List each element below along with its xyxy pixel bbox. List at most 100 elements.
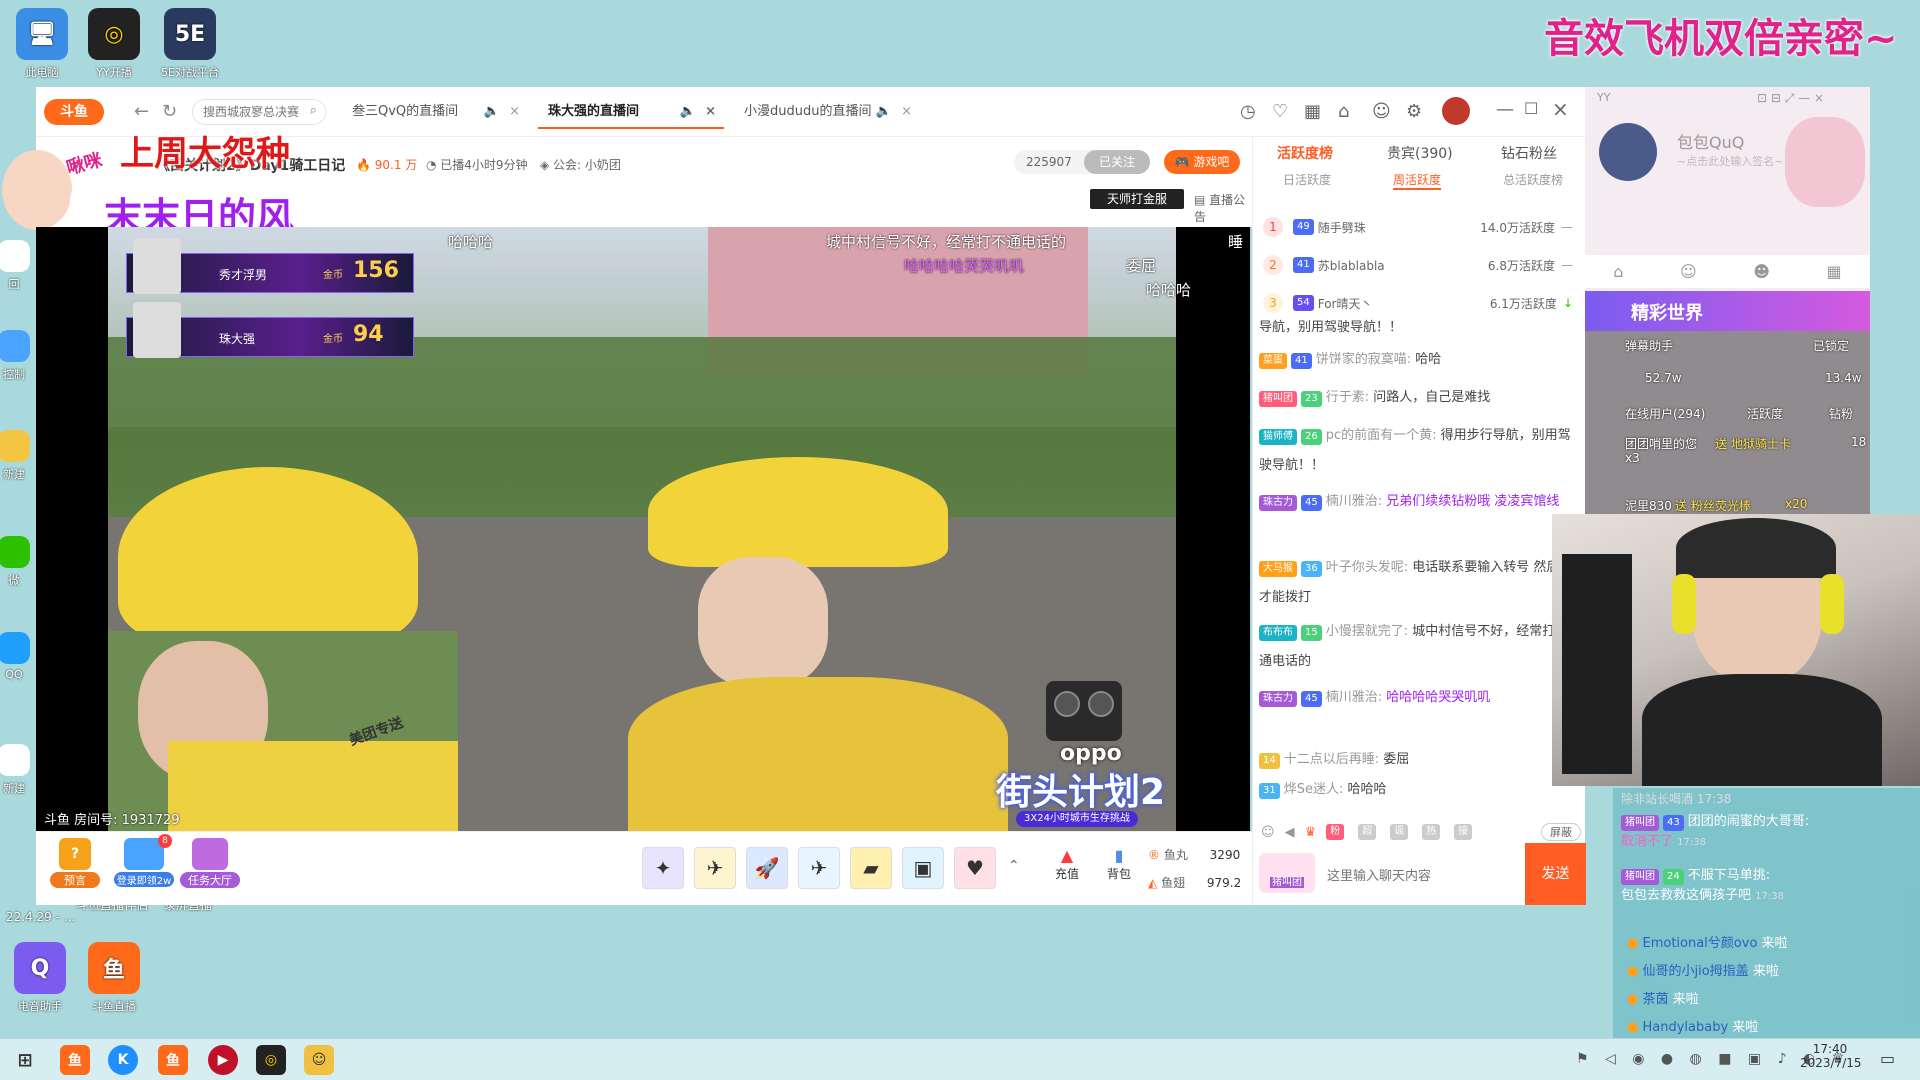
yy-avatar[interactable] xyxy=(1599,123,1657,181)
home-icon[interactable]: ⌂ xyxy=(1613,262,1623,281)
message-icon[interactable]: ☺ xyxy=(1372,101,1391,122)
send-button[interactable]: 发送 xyxy=(1525,843,1586,905)
video-player[interactable]: 美团专送 秀才浮男 金币 156 珠大强 金币 94 哈哈哈 城中村信号不好，经… xyxy=(36,227,1250,831)
search-box[interactable]: ⌕ xyxy=(192,99,326,125)
user-icon[interactable]: ☺ xyxy=(1680,262,1697,281)
danmaku-assistant[interactable]: 弹幕助手 xyxy=(1625,337,1673,354)
task-hall-button[interactable]: 任务大厅 xyxy=(180,838,240,888)
yy-stream-preview[interactable]: 弹幕助手 已锁定 52.7w 13.4w 在线用户(294) 活跃度 钻粉 团团… xyxy=(1585,331,1870,517)
favorite-icon[interactable]: ♡ xyxy=(1272,101,1288,122)
backpack-button[interactable]: ▮ 背包 xyxy=(1094,846,1144,882)
netease-music-icon[interactable]: ▶ xyxy=(208,1045,238,1075)
guild-text: ◈ 公会: 小奶团 xyxy=(540,158,621,172)
clock[interactable]: 17:40 2023/7/15 xyxy=(1800,1042,1862,1070)
helmet-left xyxy=(118,467,418,647)
hot-tool[interactable]: 热 xyxy=(1422,824,1441,840)
user-avatar[interactable] xyxy=(1442,97,1470,125)
subtab-total[interactable]: 总活跃度榜 xyxy=(1503,171,1563,188)
chat-icon[interactable]: ☺ xyxy=(304,1045,334,1075)
yy-banner[interactable]: 精彩世界 xyxy=(1585,291,1870,331)
announce-link[interactable]: ▤ 直播公告 xyxy=(1194,191,1252,225)
yy-chat: 除非站长喝酒 17:38 猪叫团 43 团团的闹蜜的大哥哥: 取消不了 17:38 … xyxy=(1613,788,1920,1038)
fans-tool[interactable]: 粉 xyxy=(1326,824,1345,840)
shirt-icon[interactable]: ⌂ xyxy=(1338,101,1349,122)
gift-rocket-icon[interactable]: ✦ xyxy=(642,847,684,889)
yy-username[interactable]: 包包QuQ xyxy=(1677,129,1744,153)
douyu-icon: 鱼 xyxy=(88,942,140,994)
prophecy-button[interactable]: ? 预言 xyxy=(50,838,100,888)
close-window-icon[interactable]: × xyxy=(1552,97,1569,121)
online-users[interactable]: 在线用户(294) xyxy=(1625,405,1705,422)
rank-row[interactable]: 1 49 随手劈珠 14.0万活跃度 — xyxy=(1263,209,1573,245)
refresh-icon[interactable]: ↻ xyxy=(162,101,177,122)
activity-label[interactable]: 活跃度 xyxy=(1747,405,1783,422)
close-tab-icon[interactable]: × xyxy=(901,95,912,129)
prophecy-icon: ? xyxy=(59,838,91,870)
subtab-daily[interactable]: 日活跃度 xyxy=(1283,171,1331,188)
kugou-icon[interactable]: K xyxy=(108,1045,138,1075)
chat-input[interactable] xyxy=(1319,849,1515,901)
close-tab-icon[interactable]: × xyxy=(705,95,716,129)
desktop-icon-audio-assistant[interactable]: Q 电音助手 xyxy=(0,942,80,1014)
search-icon[interactable]: ⌕ xyxy=(310,103,317,118)
fishball-row: ® 鱼丸 3290 xyxy=(1148,848,1241,862)
subtab-weekly[interactable]: 周活跃度 xyxy=(1393,171,1442,190)
douyu-live-icon[interactable]: 鱼 xyxy=(158,1045,188,1075)
notification-icon[interactable]: ▭ xyxy=(1880,1049,1895,1068)
friends-icon[interactable]: ☻ xyxy=(1753,262,1770,281)
gift-spaceship-icon[interactable]: 🚀 xyxy=(746,847,788,889)
tab-vip[interactable]: 贵宾(390) xyxy=(1387,143,1453,163)
calendar-icon[interactable]: ▦ xyxy=(1304,101,1321,122)
chat-message: 31 烨Se迷人: 哈哈哈 xyxy=(1259,775,1579,805)
login-gift-button[interactable]: 8 登录即领2w xyxy=(114,834,174,887)
rank-row[interactable]: 2 41 苏blablabla 6.8万活跃度 — xyxy=(1263,247,1573,283)
tab-room-1[interactable]: 叁三QvQ的直播间 🔈 × xyxy=(342,95,528,129)
desktop-icon-computer[interactable]: 🖥 此电脑 xyxy=(2,8,82,80)
follow-group[interactable]: 225907 已关注 xyxy=(1014,150,1150,174)
desktop-icon-douyu[interactable]: 鱼 斗鱼直播 xyxy=(74,942,154,1014)
minimize-icon[interactable]: — xyxy=(1496,99,1514,120)
apps-icon[interactable]: ▦ xyxy=(1827,262,1842,281)
tab-room-3[interactable]: 小漫dududu的直播间 🔈 × xyxy=(734,95,920,129)
follow-button[interactable]: 已关注 xyxy=(1084,150,1150,174)
tianshi-badge[interactable]: 天师打金服 xyxy=(1090,189,1184,209)
tab-room-2[interactable]: 珠大强的直播间 🔈 × xyxy=(538,95,724,129)
desktop-icon-5e[interactable]: 5E 5E对战平台 xyxy=(150,8,230,80)
close-tab-icon[interactable]: × xyxy=(509,95,520,129)
douyu-app-icon[interactable]: 鱼 xyxy=(60,1045,90,1075)
windows-icon[interactable]: ⊞ xyxy=(10,1045,40,1075)
shield-toggle[interactable]: 屏蔽 xyxy=(1541,823,1581,841)
mute-icon[interactable]: 🔈 xyxy=(680,95,696,129)
diamond-label[interactable]: 钻粉 xyxy=(1829,405,1853,422)
emoji-icon[interactable]: ☺ xyxy=(1261,825,1275,840)
tab-activity-rank[interactable]: 活跃度榜 xyxy=(1277,143,1333,163)
helmet-right xyxy=(648,457,948,567)
yy-icon[interactable]: ◎ xyxy=(256,1045,286,1075)
expand-gifts-icon[interactable]: ⌃ xyxy=(1008,858,1020,874)
maximize-icon[interactable]: ☐ xyxy=(1524,99,1538,118)
desktop-icon-yy[interactable]: ◎ YY开播 xyxy=(74,8,154,80)
rumor-tool[interactable]: 谣 xyxy=(1390,824,1409,840)
game-button[interactable]: 🎮 游戏吧 xyxy=(1164,150,1240,174)
gift-ticket-icon[interactable]: ▰ xyxy=(850,847,892,889)
speaker-icon[interactable]: ◀ xyxy=(1285,825,1295,840)
relay-tool[interactable]: 接 xyxy=(1454,824,1473,840)
yy-window-controls[interactable]: ⊡ ⊟ ⤢ — × xyxy=(1757,91,1824,106)
gift-jet-icon[interactable]: ✈ xyxy=(798,847,840,889)
yy-signature[interactable]: ~点击此处输入签名~ xyxy=(1677,153,1783,169)
history-icon[interactable]: ◷ xyxy=(1240,101,1256,122)
noble-icon[interactable]: ♛ xyxy=(1305,825,1317,840)
back-icon[interactable]: ← xyxy=(134,101,149,122)
mute-icon[interactable]: 🔈 xyxy=(876,95,892,129)
chat-avatar-badge[interactable]: 猪叫团 xyxy=(1259,853,1315,893)
settings-icon[interactable]: ⚙ xyxy=(1406,101,1422,122)
recharge-button[interactable]: ▲ 充值 xyxy=(1042,846,1092,882)
gift-card-icon[interactable]: ♥ xyxy=(954,847,996,889)
gift-plane-icon[interactable]: ✈ xyxy=(694,847,736,889)
super-tool[interactable]: 超 xyxy=(1358,824,1377,840)
search-input[interactable] xyxy=(203,100,303,124)
gift-box-icon[interactable]: ▣ xyxy=(902,847,944,889)
douyu-logo[interactable]: 斗鱼 xyxy=(44,99,104,125)
tab-diamond-fans[interactable]: 钻石粉丝 xyxy=(1501,143,1557,163)
mute-icon[interactable]: 🔈 xyxy=(484,95,500,129)
